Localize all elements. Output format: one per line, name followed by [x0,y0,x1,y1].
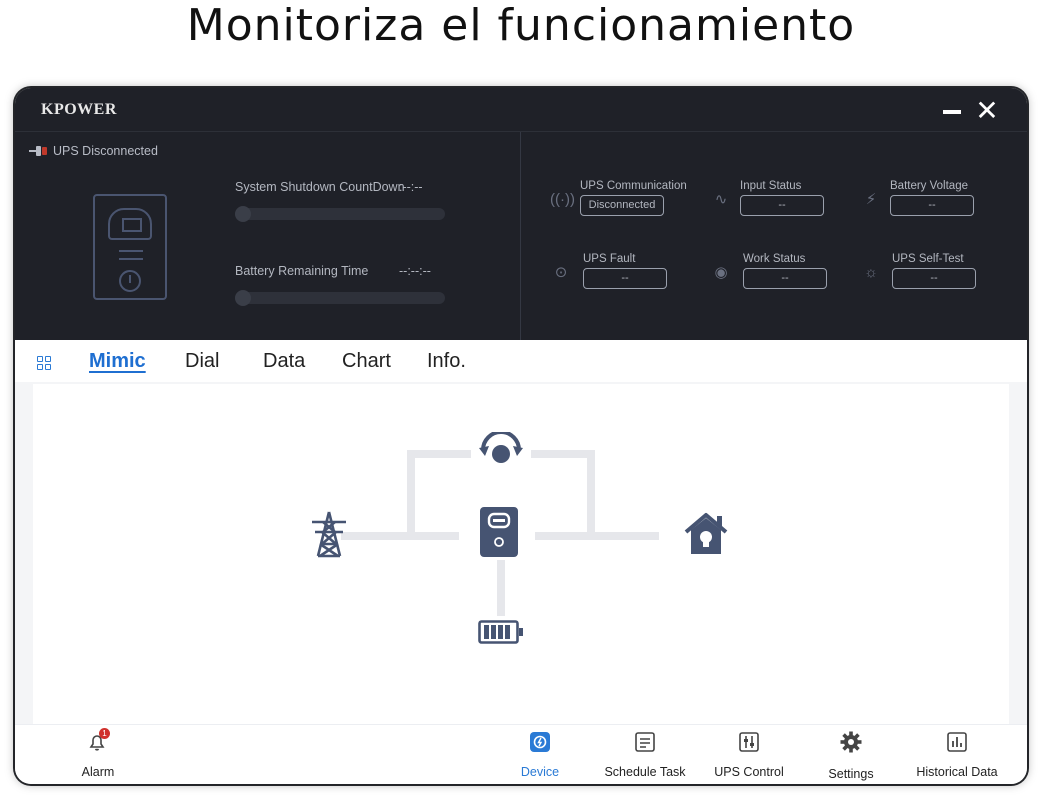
battery-icon [478,620,523,644]
nav-settings[interactable]: Settings [821,725,881,784]
power-tower-icon [312,511,346,558]
connection-status: UPS Disconnected [29,142,158,160]
gear-icon [840,731,862,753]
battery-remaining-value: --:--:-- [399,264,431,278]
tab-data[interactable]: Data [263,350,305,373]
ups-communication-value: Disconnected [580,195,664,216]
antenna-icon: ((·)) [550,191,575,208]
ups-communication-indicator: ((·)) UPS Communication Disconnected [550,180,690,220]
alarm-bell-icon: 1 [87,728,110,753]
work-status-indicator: ◉ Work Status -- [710,253,850,293]
input-status-indicator: ∿ Input Status -- [710,180,850,220]
tab-dial[interactable]: Dial [185,350,219,373]
schedule-list-icon [634,731,656,753]
connection-status-text: UPS Disconnected [53,144,158,158]
sliders-icon [738,731,760,753]
battery-remaining-label: Battery Remaining Time [235,264,369,278]
line-ups-to-load [535,532,659,540]
tab-info[interactable]: Info. [427,350,466,373]
ups-self-test-value: -- [892,268,976,289]
line-bypass-right [587,450,595,540]
shutdown-countdown-label: System Shutdown CountDown [235,180,405,194]
ups-fault-value: -- [583,268,667,289]
line-bypass-top-right [531,450,595,458]
status-panel: KPOWER ✕ UPS Disconnected System Shutdow… [15,88,1027,340]
close-button[interactable]: ✕ [973,97,1001,126]
ac-wave-icon: ∿ [714,191,728,208]
input-status-value: -- [740,195,824,216]
app-window: KPOWER ✕ UPS Disconnected System Shutdow… [15,88,1027,784]
battery-remaining-bar [235,290,445,306]
nav-alarm[interactable]: 1 Alarm [75,725,121,784]
app-title: KPOWER [41,101,117,118]
house-load-icon [684,513,728,554]
work-status-icon: ◉ [714,264,728,281]
nav-ups-control[interactable]: UPS Control [709,725,789,784]
bypass-icon [479,432,523,463]
line-ups-to-battery [497,560,505,616]
shutdown-countdown-value: :--:-- [399,180,423,194]
tab-mimic[interactable]: Mimic [89,350,146,373]
battery-charge-icon: ⚡ [865,191,877,208]
bottom-navigation: 1 Alarm Device Schedule Task UPS Control… [15,724,1027,784]
ups-device-icon [93,194,167,300]
mimic-diagram [33,384,1009,724]
bug-icon: ☼ [864,264,878,281]
minimize-button[interactable] [943,110,961,114]
work-status-value: -- [743,268,827,289]
grid-menu-icon[interactable] [37,356,51,370]
nav-historical-data[interactable]: Historical Data [911,725,1003,784]
ups-fault-indicator: ⊙ UPS Fault -- [550,253,690,293]
ups-self-test-indicator: ☼ UPS Self-Test -- [860,253,1000,293]
view-tabs: Mimic Dial Data Chart Info. [15,340,1027,382]
line-bypass-top-left [407,450,471,458]
panel-divider [520,132,521,340]
title-bar: KPOWER ✕ [15,88,1027,132]
device-icon [529,731,551,753]
battery-voltage-indicator: ⚡ Battery Voltage -- [860,180,1000,220]
nav-schedule-task[interactable]: Schedule Task [600,725,690,784]
nav-device[interactable]: Device [515,725,565,784]
battery-voltage-value: -- [890,195,974,216]
fault-icon: ⊙ [554,264,568,281]
line-grid-to-ups [341,532,459,540]
plug-disconnected-icon [29,144,47,158]
tab-chart[interactable]: Chart [342,350,391,373]
shutdown-countdown-bar [235,206,445,222]
ups-unit-icon [480,507,518,557]
alarm-count-badge: 1 [99,728,110,739]
line-bypass-left [407,450,415,540]
bar-chart-icon [946,731,968,753]
page-headline: Monitoriza el funcionamiento [186,0,856,51]
